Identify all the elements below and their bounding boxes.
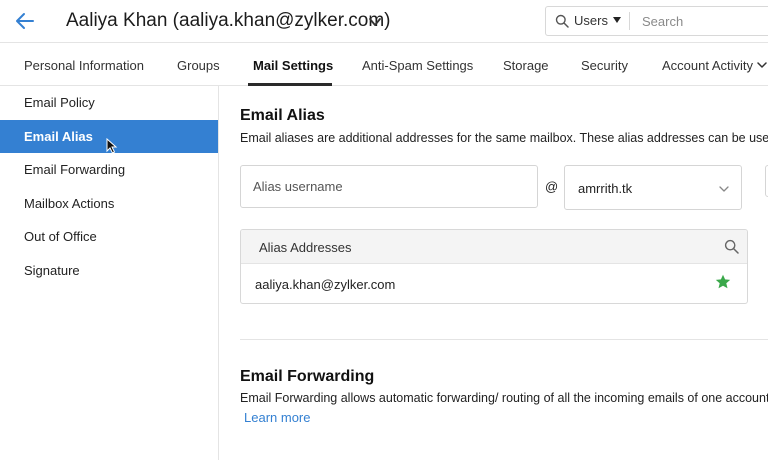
search-icon — [555, 14, 569, 28]
caret-down-icon — [612, 17, 621, 23]
section-divider — [240, 339, 768, 340]
search-box: Users — [545, 6, 768, 36]
star-icon — [715, 274, 731, 289]
email-alias-description: Email aliases are additional addresses f… — [240, 131, 768, 145]
chevron-down-icon — [719, 186, 729, 192]
table-header-label: Alias Addresses — [259, 240, 352, 255]
sidebar-item-mailbox-actions[interactable]: Mailbox Actions — [0, 187, 218, 220]
tab-mail-settings[interactable]: Mail Settings — [253, 58, 333, 73]
domain-value: amrrith.tk — [578, 181, 633, 196]
sidebar-item-signature[interactable]: Signature — [0, 254, 218, 287]
back-arrow-icon[interactable] — [14, 10, 36, 32]
alias-addresses-table: Alias Addresses aaliya.khan@zylker.com — [240, 229, 748, 304]
search-icon[interactable] — [724, 239, 739, 254]
chevron-down-icon[interactable] — [368, 15, 382, 29]
at-sign: @ — [545, 179, 559, 194]
tab-groups[interactable]: Groups — [177, 58, 220, 73]
email-alias-title: Email Alias — [240, 107, 325, 124]
header-bar: Aaliya Khan (aaliya.khan@zylker.com) Use… — [0, 0, 768, 43]
tab-security[interactable]: Security — [581, 58, 628, 73]
table-header: Alias Addresses — [241, 230, 747, 264]
learn-more-link[interactable]: Learn more — [244, 410, 310, 425]
table-row[interactable]: aaliya.khan@zylker.com — [241, 264, 747, 303]
search-input[interactable] — [642, 11, 768, 31]
user-title: Aaliya Khan (aaliya.khan@zylker.com) — [66, 10, 391, 31]
email-forwarding-title: Email Forwarding — [240, 368, 375, 385]
search-divider — [629, 12, 630, 30]
tab-bar: Personal Information Groups Mail Setting… — [0, 43, 768, 86]
main-content: Email Alias Email aliases are additional… — [219, 86, 768, 460]
tab-account-activity-label: Account Activity — [662, 58, 754, 73]
tab-storage[interactable]: Storage — [503, 58, 549, 73]
cursor-icon — [106, 138, 118, 154]
alias-username-input[interactable] — [240, 165, 538, 208]
alias-email: aaliya.khan@zylker.com — [255, 277, 396, 292]
search-scope-label: Users — [574, 13, 608, 28]
sidebar-item-email-policy[interactable]: Email Policy — [0, 86, 218, 119]
email-forwarding-description: Email Forwarding allows automatic forwar… — [240, 391, 768, 405]
chevron-down-icon — [757, 62, 767, 68]
domain-select[interactable]: amrrith.tk — [564, 165, 742, 210]
search-scope-select[interactable]: Users — [574, 13, 621, 28]
sidebar-item-email-forwarding[interactable]: Email Forwarding — [0, 153, 218, 186]
tab-account-activity[interactable]: Account Activity — [662, 58, 767, 73]
tab-personal-information[interactable]: Personal Information — [24, 58, 144, 73]
sidebar-item-out-of-office[interactable]: Out of Office — [0, 220, 218, 253]
tab-anti-spam-settings[interactable]: Anti-Spam Settings — [362, 58, 473, 73]
